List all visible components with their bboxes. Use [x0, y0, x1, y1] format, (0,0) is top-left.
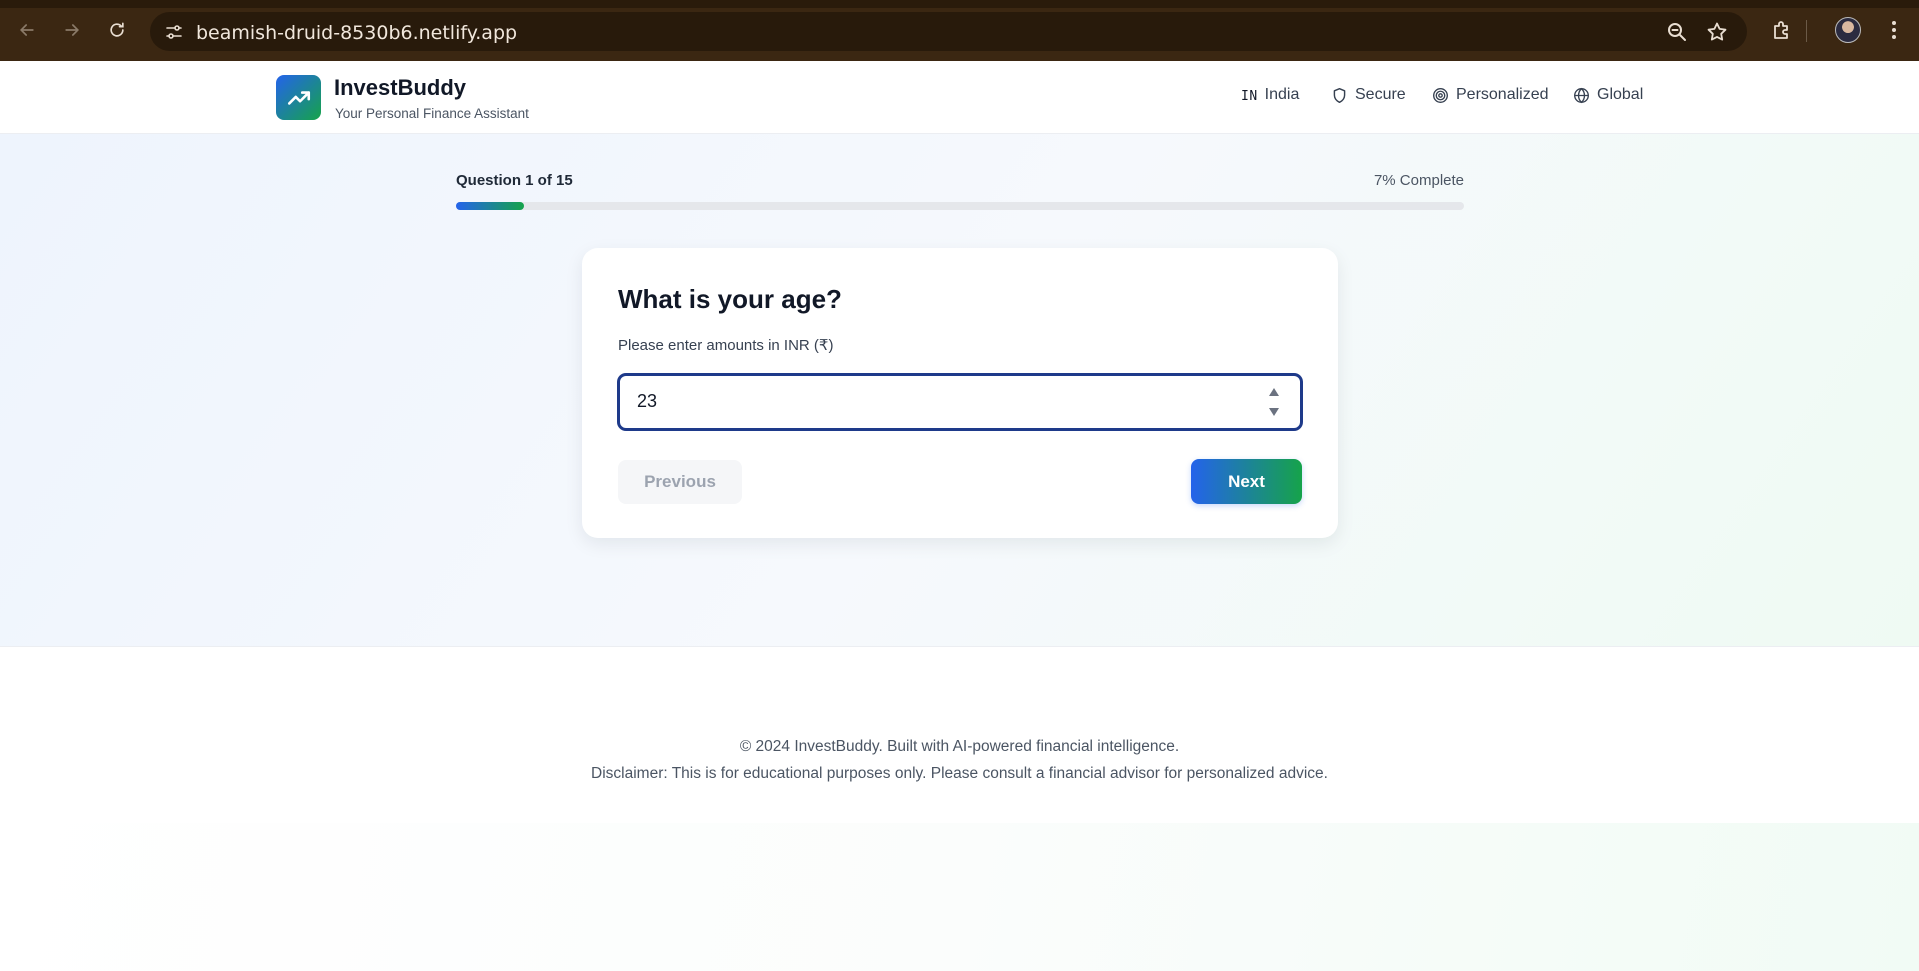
nav-global: Global: [1572, 86, 1643, 104]
next-button[interactable]: Next: [1191, 459, 1302, 504]
app-header: InvestBuddy Your Personal Finance Assist…: [0, 61, 1919, 134]
brand-tagline: Your Personal Finance Assistant: [335, 106, 529, 121]
back-arrow-icon[interactable]: [15, 18, 39, 42]
progress-bar: [456, 202, 1464, 210]
nav-india: IN India: [1241, 86, 1299, 104]
forward-arrow-icon[interactable]: [60, 18, 84, 42]
toolbar-separator: [1806, 20, 1807, 42]
menu-icon[interactable]: [1882, 18, 1906, 42]
age-input-value[interactable]: 23: [637, 391, 657, 412]
stepper-down-icon[interactable]: [1269, 408, 1279, 416]
question-hint: Please enter amounts in INR (₹): [618, 337, 834, 354]
bookmark-star-icon[interactable]: [1706, 21, 1728, 43]
profile-avatar[interactable]: [1835, 17, 1861, 43]
brand-name: InvestBuddy: [334, 75, 467, 100]
stepper-up-icon[interactable]: [1269, 388, 1279, 396]
globe-icon: [1572, 86, 1590, 104]
country-code: IN: [1241, 88, 1258, 104]
extensions-icon[interactable]: [1770, 18, 1794, 42]
target-icon: [1431, 86, 1449, 104]
questionnaire-section: Question 1 of 15 7% Complete What is you…: [0, 134, 1919, 647]
trend-up-icon: [276, 75, 321, 120]
page-footer: © 2024 InvestBuddy. Built with AI-powere…: [0, 648, 1919, 823]
question-title: What is your age?: [618, 284, 842, 314]
reload-icon[interactable]: [105, 18, 129, 42]
browser-toolbar: beamish-druid-8530b6.netlify.app: [0, 0, 1919, 61]
progress-fill: [456, 202, 524, 210]
site-settings-icon[interactable]: [164, 22, 184, 42]
nav-secure: Secure: [1330, 86, 1406, 104]
age-input[interactable]: 23: [618, 374, 1302, 430]
shield-icon: [1330, 86, 1348, 104]
page-background: [0, 823, 1919, 971]
previous-button[interactable]: Previous: [618, 460, 742, 504]
footer-disclaimer: Disclaimer: This is for educational purp…: [591, 765, 1328, 782]
completion-percent: 7% Complete: [1373, 172, 1464, 189]
nav-secure-label: Secure: [1355, 86, 1406, 103]
question-counter: Question 1 of 15: [456, 172, 573, 189]
footer-copyright: © 2024 InvestBuddy. Built with AI-powere…: [739, 738, 1180, 755]
url-text[interactable]: beamish-druid-8530b6.netlify.app: [196, 22, 517, 44]
zoom-icon[interactable]: [1666, 21, 1688, 43]
number-stepper[interactable]: [1268, 388, 1280, 416]
nav-personalized: Personalized: [1431, 86, 1549, 104]
tab-strip: [0, 0, 1919, 8]
nav-india-label: India: [1264, 86, 1300, 103]
question-card: What is your age? Please enter amounts i…: [582, 248, 1338, 538]
address-bar[interactable]: beamish-druid-8530b6.netlify.app: [150, 12, 1747, 51]
nav-personalized-label: Personalized: [1456, 86, 1549, 103]
nav-global-label: Global: [1597, 86, 1644, 103]
